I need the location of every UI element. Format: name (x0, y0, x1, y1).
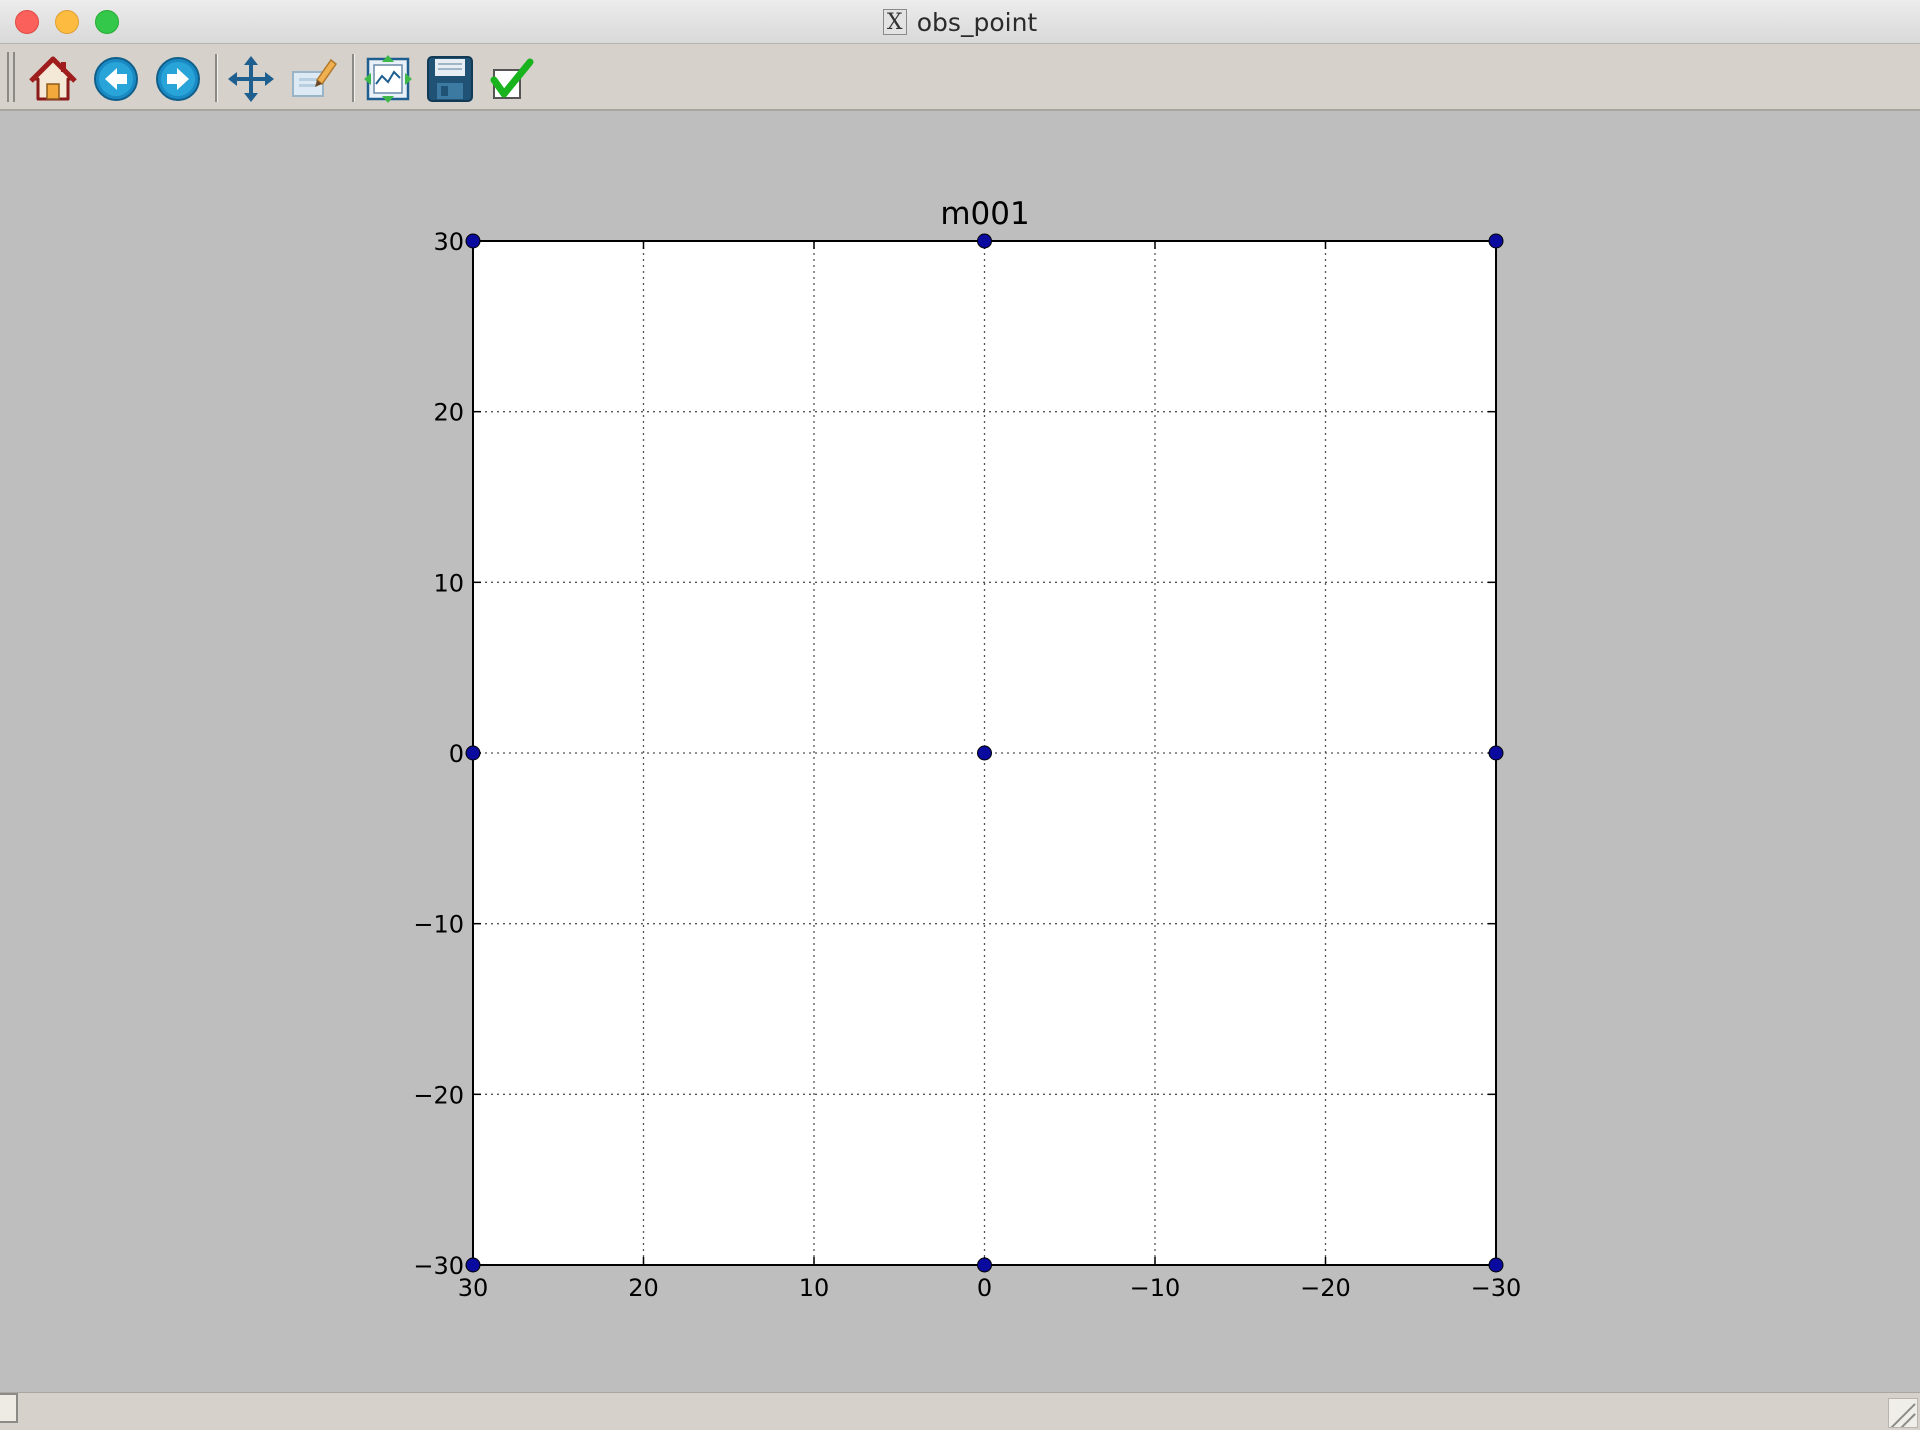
y-tick-label: 10 (433, 569, 464, 597)
scatter-chart: 30 20 10 0 −10 −20 −303020100−10−20−30 (413, 228, 1521, 1302)
y-tick-label: −10 (413, 911, 464, 939)
y-tick-label: 20 (433, 399, 464, 427)
data-point (465, 1257, 481, 1273)
window-resize-grip[interactable] (1888, 1398, 1918, 1428)
x-tick-label: 0 (977, 1274, 992, 1302)
data-point (465, 233, 481, 249)
data-point (977, 1257, 992, 1273)
y-tick-label: 0 (449, 740, 464, 768)
y-tick-label: −30 (413, 1252, 464, 1280)
x-tick-label: 10 (799, 1274, 830, 1302)
data-point (1488, 745, 1504, 761)
x-tick-label: −20 (1300, 1274, 1351, 1302)
y-tick-label: −20 (413, 1081, 464, 1109)
data-point (977, 233, 992, 249)
y-tick-label: 30 (433, 228, 464, 256)
tick-labels: 30 20 10 0 −10 −20 −303020100−10−20−30 (413, 228, 1521, 1302)
status-bar (0, 1392, 1920, 1430)
data-point (977, 745, 992, 761)
status-indicator (0, 1393, 18, 1423)
data-point (465, 745, 481, 761)
x-tick-label: −10 (1130, 1274, 1181, 1302)
x-tick-label: −30 (1471, 1274, 1522, 1302)
data-point (1488, 233, 1504, 249)
data-points (465, 233, 1504, 1273)
x-tick-label: 20 (628, 1274, 659, 1302)
data-point (1488, 1257, 1504, 1273)
